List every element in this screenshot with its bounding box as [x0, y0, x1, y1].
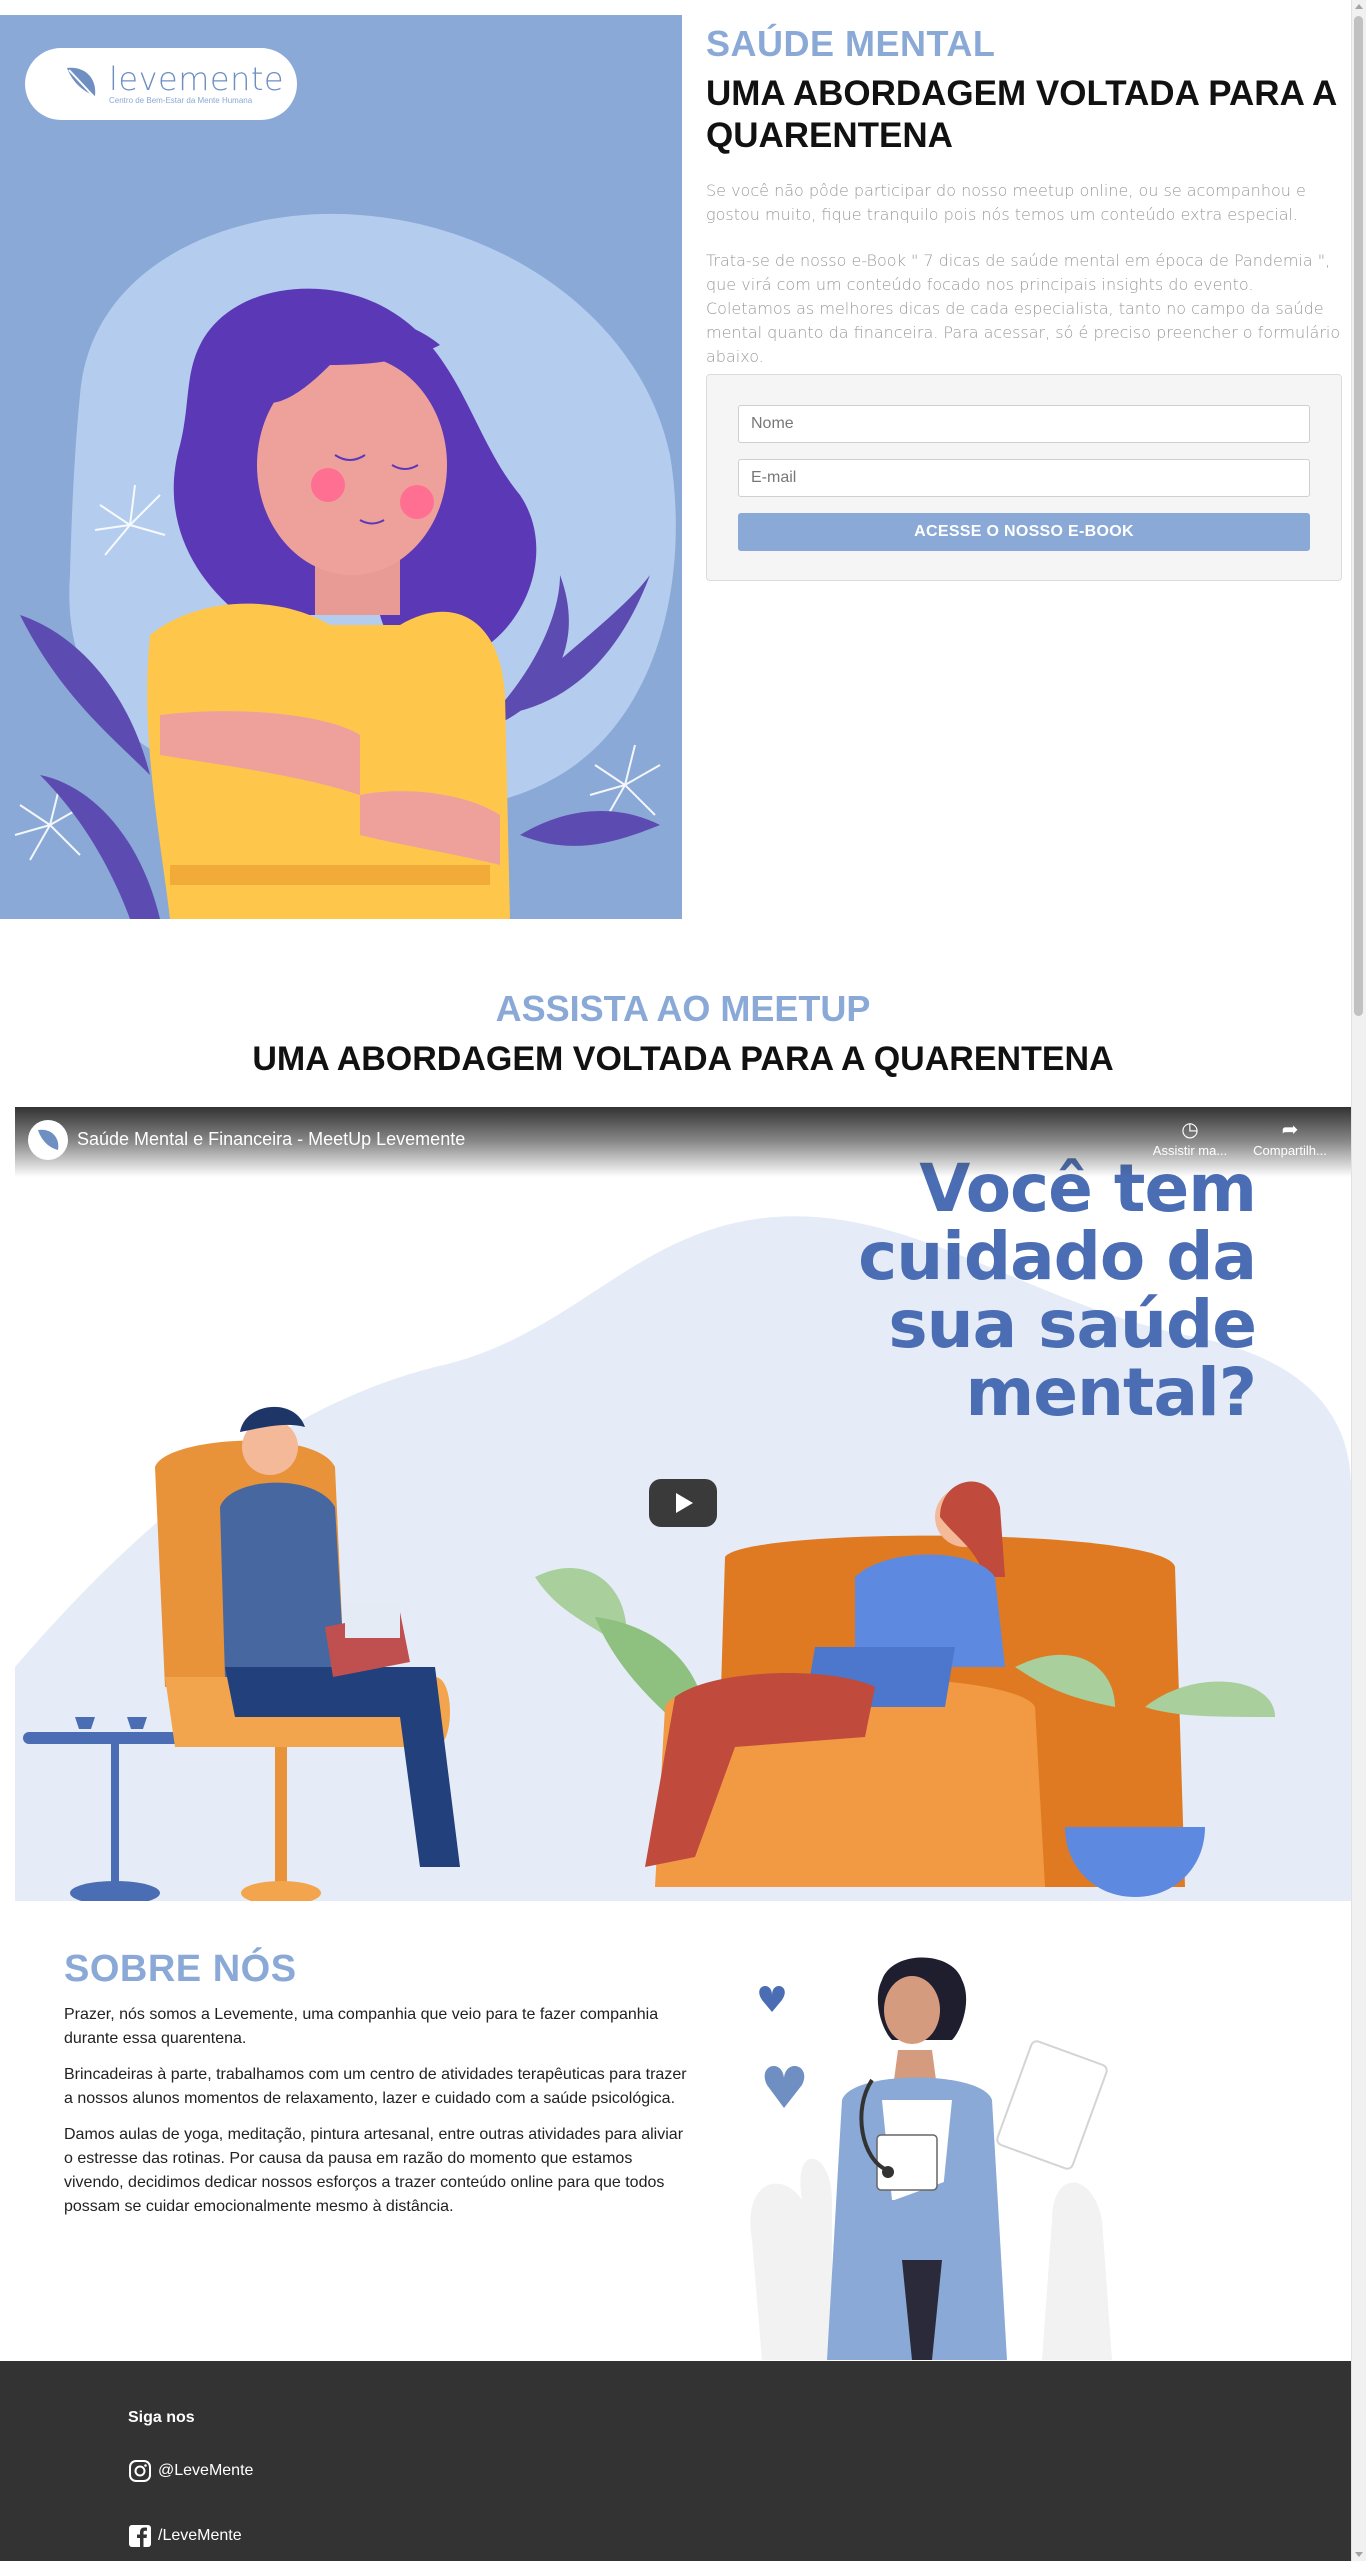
scroll-up-arrow-icon[interactable] — [1355, 4, 1363, 9]
hero-title: UMA ABORDAGEM VOLTADA PARA A QUARENTENA — [706, 74, 1336, 155]
about-title: SOBRE NÓS — [64, 1948, 297, 1990]
meetup-kicker: ASSISTA AO MEETUP — [495, 988, 871, 1029]
hero-content: SAÚDE MENTAL UMA ABORDAGEM VOLTADA PARA … — [706, 15, 1342, 369]
logo-tagline: Centro de Bem-Estar da Mente Humana — [109, 96, 253, 105]
share-icon: ➦ — [1281, 1119, 1299, 1141]
hero-illustration: levemente Centro de Bem-Estar da Mente H… — [0, 15, 682, 919]
youtube-video-embed[interactable]: Você tem cuidado da sua saúde mental? Sa… — [15, 1107, 1351, 1901]
footer: Siga nos @LeveMente /LeveMente — [0, 2361, 1351, 2561]
footer-title: Siga nos — [128, 2409, 195, 2426]
play-button[interactable] — [649, 1479, 717, 1527]
brand-logo[interactable]: levemente Centro de Bem-Estar da Mente H… — [25, 48, 297, 120]
share-label: Compartilh... — [1253, 1143, 1327, 1158]
watch-later-label: Assistir ma... — [1152, 1143, 1228, 1158]
instagram-handle: @LeveMente — [158, 2462, 254, 2479]
woman-hugging-self-illustration — [0, 15, 682, 919]
video-headline: Você tem cuidado da sua saúde mental? — [858, 1150, 1257, 1431]
meetup-title: UMA ABORDAGEM VOLTADA PARA A QUARENTENA — [252, 1040, 1114, 1078]
facebook-handle: /LeveMente — [158, 2527, 242, 2544]
name-input[interactable] — [738, 405, 1310, 443]
scrollbar-thumb[interactable] — [1354, 16, 1363, 1016]
facebook-icon — [129, 2525, 151, 2547]
ebook-submit-button[interactable]: ACESSE O NOSSO E-BOOK — [738, 513, 1310, 551]
about-paragraph: Prazer, nós somos a Levemente, uma compa… — [64, 2006, 659, 2047]
clock-icon: ◷ — [1181, 1119, 1199, 1141]
channel-avatar[interactable] — [28, 1120, 68, 1160]
feather-logo-icon — [67, 67, 98, 101]
hero-paragraph-1: Se você não pôde participar do nosso mee… — [706, 181, 1306, 224]
doctor-illustration — [750, 1957, 1112, 2360]
instagram-link[interactable]: @LeveMente — [128, 2459, 253, 2483]
ebook-form: ACESSE O NOSSO E-BOOK — [706, 374, 1342, 581]
about-paragraph: Brincadeiras à parte, trabalhamos com um… — [64, 2066, 687, 2107]
email-input[interactable] — [738, 459, 1310, 497]
video-title[interactable]: Saúde Mental e Financeira - MeetUp Levem… — [77, 1129, 465, 1150]
about-section: SOBRE NÓS Prazer, nós somos a Levemente,… — [64, 1948, 694, 2219]
hero-kicker: SAÚDE MENTAL — [706, 23, 996, 64]
hero-paragraph-2: Trata-se de nosso e-Book " 7 dicas de sa… — [706, 251, 1341, 366]
about-paragraph: Damos aulas de yoga, meditação, pintura … — [64, 2126, 684, 2215]
scroll-down-arrow-icon[interactable] — [1355, 2552, 1363, 2557]
logo-text: levemente — [109, 60, 285, 98]
share-button[interactable]: ➦ Compartilh... — [1240, 1117, 1340, 1158]
instagram-icon — [129, 2460, 151, 2482]
facebook-link[interactable]: /LeveMente — [128, 2524, 242, 2548]
watch-later-button[interactable]: ◷ Assistir ma... — [1140, 1117, 1240, 1158]
page-scrollbar[interactable] — [1351, 0, 1366, 2561]
feather-logo-icon — [38, 1129, 59, 1150]
